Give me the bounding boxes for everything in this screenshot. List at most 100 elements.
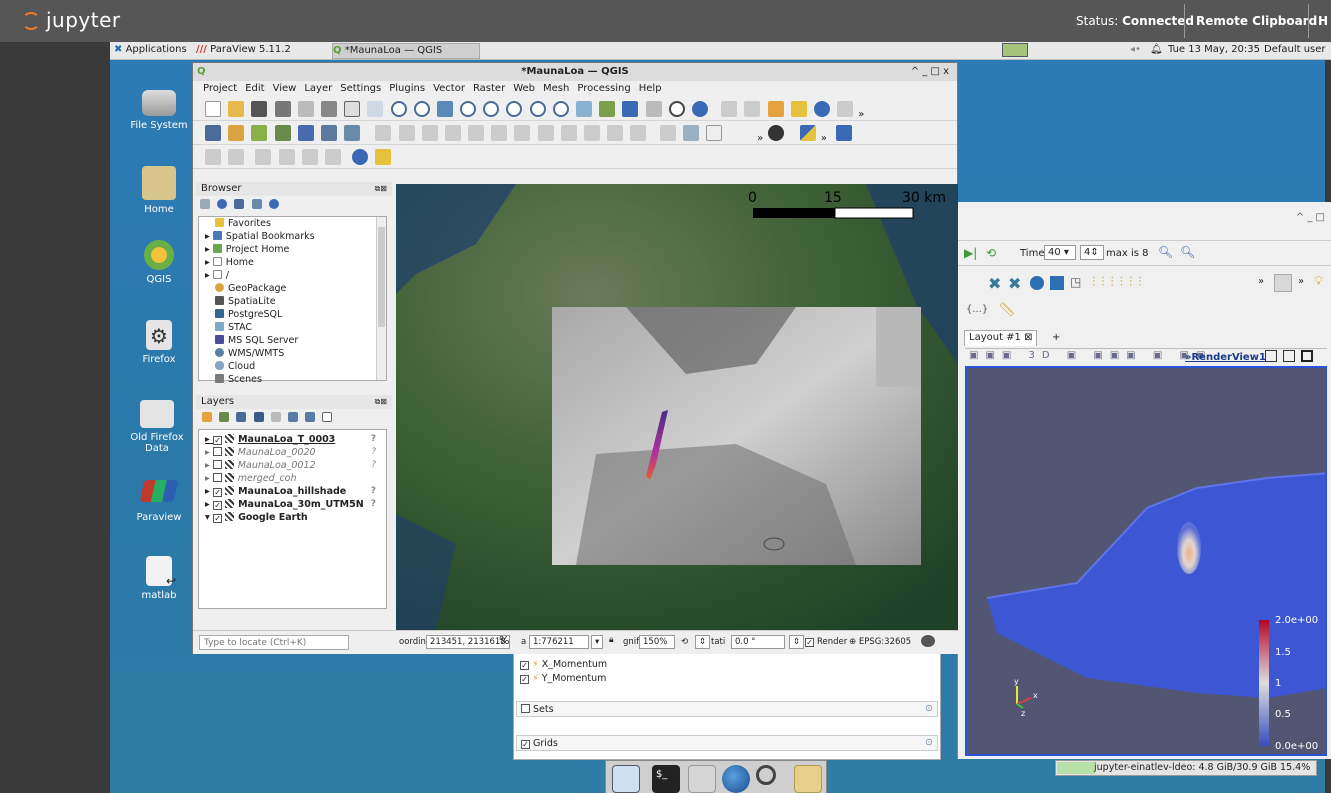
help-icon[interactable]: ?: [371, 485, 376, 498]
split-horizontal-icon[interactable]: [1265, 350, 1277, 362]
refresh-icon[interactable]: [217, 199, 228, 209]
modify-attributes-icon[interactable]: [491, 125, 508, 141]
search-dock-icon[interactable]: [756, 765, 776, 785]
python-icon[interactable]: [799, 125, 816, 141]
browser-item-mssql[interactable]: MS SQL Server: [199, 334, 386, 347]
add-selected-icon[interactable]: [200, 199, 210, 209]
print-layout-icon[interactable]: [297, 101, 314, 117]
expand-icon[interactable]: ⊙: [925, 703, 933, 714]
copy-icon[interactable]: [560, 125, 577, 141]
add-group-icon[interactable]: [219, 412, 230, 422]
messages-icon[interactable]: [921, 635, 935, 647]
paste-icon[interactable]: [584, 125, 600, 141]
zoom-next-icon[interactable]: [552, 101, 569, 117]
add-layout-tab[interactable]: +: [1052, 332, 1060, 343]
layer-visibility-checkbox[interactable]: ✓: [213, 436, 223, 445]
loop-icon[interactable]: ⟲: [986, 246, 996, 260]
tab-layout-1[interactable]: Layout #1 ⊠: [964, 330, 1038, 346]
layer-row[interactable]: ▸ ✓ MaunaLoa_hillshade?: [199, 485, 386, 498]
desktop-icon-home[interactable]: Home: [124, 166, 194, 215]
time-value-combo[interactable]: 40 ▾: [1044, 245, 1076, 260]
scale-dropdown[interactable]: ▾: [591, 635, 604, 649]
vertex-editor-icon[interactable]: [301, 149, 318, 165]
label-tool-icon[interactable]: [659, 125, 676, 141]
menu-plugins[interactable]: Plugins: [389, 83, 425, 94]
edit-icon[interactable]: [398, 125, 415, 141]
web-browser-dock-icon[interactable]: [722, 765, 750, 793]
layer-visibility-checkbox[interactable]: ✓: [213, 488, 223, 497]
pin-label-icon[interactable]: [682, 125, 699, 141]
qgis-titlebar[interactable]: Q *MaunaLoa — QGIS ^ _ □ x: [193, 63, 957, 81]
taskbar-paraview[interactable]: /// ParaView 5.11.2: [196, 44, 326, 55]
zoom-full-icon[interactable]: [436, 101, 453, 117]
undo-icon[interactable]: [607, 125, 624, 141]
plugins-icon[interactable]: [768, 125, 785, 141]
zoom-in-icon[interactable]: [390, 101, 407, 117]
pan-to-selection-icon[interactable]: [367, 101, 384, 117]
view-tool-icons[interactable]: ▣▣▣ 3D ▣ ▣▣▣ ▣ ▣▣: [969, 350, 1212, 361]
menu-settings[interactable]: Settings: [340, 83, 381, 94]
render-view[interactable]: 2.0e+00 1.5 1 0.5 0.0e+00 y x z: [965, 366, 1327, 756]
browser-item-stac[interactable]: STAC: [199, 321, 386, 334]
add-virtual-layer-icon[interactable]: [344, 125, 361, 141]
save-as-icon[interactable]: [274, 101, 291, 117]
expand-icon[interactable]: ⊙: [925, 737, 933, 748]
identify-icon[interactable]: [721, 101, 738, 117]
zoom-layer-icon[interactable]: [483, 101, 500, 117]
layer-row[interactable]: ▾ ✓ Google Earth: [199, 511, 386, 524]
terminal-dock-icon[interactable]: $_: [652, 765, 680, 793]
expand-all-icon[interactable]: [287, 412, 298, 422]
maximize-view-icon[interactable]: [1301, 350, 1313, 362]
home-folder-dock-icon[interactable]: [688, 765, 716, 793]
menu-view[interactable]: View: [273, 83, 297, 94]
properties-icon[interactable]: [268, 199, 279, 209]
render-checkbox[interactable]: ✓ Render: [805, 637, 847, 647]
zoom-out-icon[interactable]: [413, 101, 430, 117]
cube-icon[interactable]: [1050, 276, 1064, 290]
layer-row[interactable]: ▸ ✓ MaunaLoa_T_0003?: [199, 433, 386, 446]
map-canvas[interactable]: 0 15 30 km: [396, 184, 958, 630]
browser-item-project-home[interactable]: ▸ Project Home: [199, 243, 386, 256]
pan-icon[interactable]: [344, 101, 361, 117]
menu-mesh[interactable]: Mesh: [543, 83, 569, 94]
help-icon[interactable]: [836, 125, 853, 141]
zoom-closest-icon[interactable]: 🔍︎: [1180, 245, 1195, 259]
save-edits-icon[interactable]: [421, 125, 438, 141]
taskbar-qgis[interactable]: Q *MaunaLoa — QGIS: [332, 43, 480, 59]
trace-icon[interactable]: [324, 149, 341, 165]
ruler-icon[interactable]: 📏︎: [998, 302, 1016, 318]
zoom-native-icon[interactable]: [506, 101, 523, 117]
magnifier-reset-icon[interactable]: ⟲: [681, 637, 688, 647]
zoom-last-icon[interactable]: [529, 101, 546, 117]
menu-edit[interactable]: Edit: [245, 83, 264, 94]
browser-item-cloud[interactable]: Cloud: [199, 360, 386, 373]
remove-layer-icon[interactable]: [322, 412, 333, 422]
plot-icons[interactable]: ⫶⫶⫶⫶⫶⫶: [1092, 275, 1148, 290]
browser-item-scenes[interactable]: Scenes: [199, 373, 386, 386]
identify-features-icon[interactable]: [813, 101, 830, 117]
new-map-view-icon[interactable]: [576, 101, 592, 117]
browser-item-home[interactable]: ▸ Home: [199, 256, 386, 269]
filter-icon[interactable]: [234, 199, 245, 209]
volume-icon[interactable]: ◂•: [1130, 44, 1141, 55]
sets-section[interactable]: Sets ⊙: [516, 701, 938, 717]
layer-visibility-checkbox[interactable]: [212, 447, 222, 456]
attribute-table-icon[interactable]: [837, 101, 854, 117]
file-manager-dock-icon[interactable]: [612, 765, 640, 793]
play-last-icon[interactable]: ▶|: [964, 246, 977, 260]
advanced-digitize-icon[interactable]: [255, 149, 272, 165]
layer-row[interactable]: ▸ merged_coh: [199, 472, 386, 485]
refresh-icon[interactable]: [691, 101, 708, 117]
filter-expression-icon[interactable]: [270, 412, 281, 422]
rotation-spinner[interactable]: ⇕: [789, 635, 805, 649]
select-value-icon[interactable]: [790, 101, 807, 117]
user-menu[interactable]: Default user: [1264, 44, 1326, 55]
add-mesh-icon[interactable]: [297, 125, 314, 141]
browser-item-postgresql[interactable]: PostgreSQL: [199, 308, 386, 321]
help-icon[interactable]: ?: [371, 498, 376, 511]
cut-icon[interactable]: [537, 125, 554, 141]
open-project-icon[interactable]: [228, 101, 245, 117]
clock[interactable]: Tue 13 May, 20:35: [1168, 44, 1260, 55]
desktop-icon-matlab[interactable]: ↩ matlab: [124, 556, 194, 601]
new-3d-view-icon[interactable]: [599, 101, 616, 117]
